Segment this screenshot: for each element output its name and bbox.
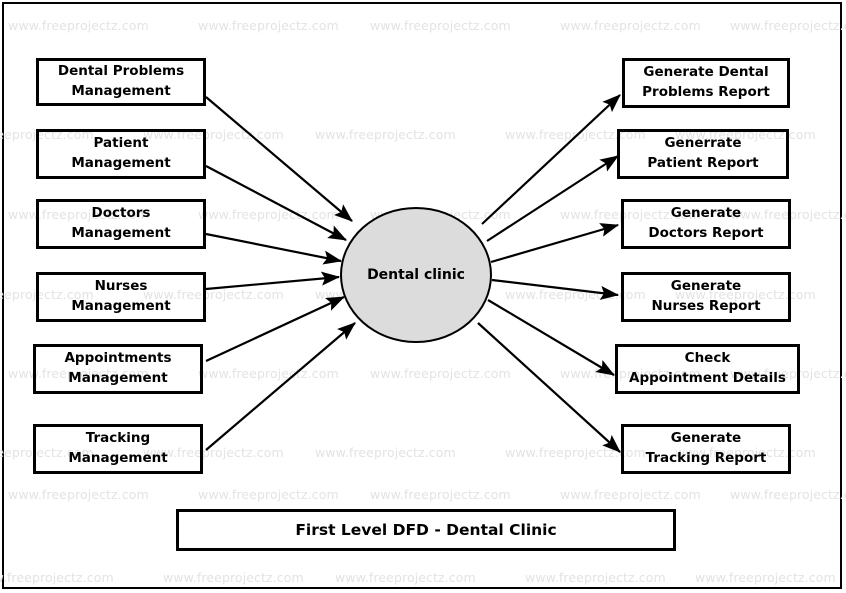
process-dental-clinic[interactable]: Dental clinic xyxy=(340,207,492,343)
diagram-title: First Level DFD - Dental Clinic xyxy=(295,521,557,539)
entity-label-line1: Doctors xyxy=(91,205,151,222)
entity-label-line2: Appointment Details xyxy=(629,370,786,386)
entity-label-line2: Problems Report xyxy=(642,84,770,100)
entity-dental-problems-management-label: Dental Problems Management xyxy=(54,62,188,101)
entity-generate-doctors-report[interactable]: Generate Doctors Report xyxy=(621,199,791,249)
entity-doctors-management[interactable]: Doctors Management xyxy=(36,199,206,249)
entity-doctors-management-label: Doctors Management xyxy=(67,204,174,243)
entity-patient-management[interactable]: Patient Management xyxy=(36,129,206,179)
entity-appointments-management-label: Appointments Management xyxy=(60,349,175,388)
entity-label-line2: Management xyxy=(71,83,171,99)
entity-label-line1: Patient xyxy=(93,135,149,152)
entity-label-line1: Appointments xyxy=(64,350,172,367)
entity-generate-dental-problems-report-label: Generate Dental Problems Report xyxy=(638,63,774,102)
entity-label-line2: Management xyxy=(68,450,168,466)
entity-appointments-management[interactable]: Appointments Management xyxy=(33,344,203,394)
dfd-shapes: Dental Problems Management Patient Manag… xyxy=(0,0,846,593)
process-dental-clinic-label: Dental clinic xyxy=(367,267,465,283)
entity-generate-nurses-report[interactable]: Generate Nurses Report xyxy=(621,272,791,322)
entity-label-line1: Generate xyxy=(670,430,742,447)
entity-tracking-management-label: Tracking Management xyxy=(64,429,171,468)
entity-label-line2: Nurses Report xyxy=(651,298,761,314)
entity-label-line1: Generate xyxy=(670,278,742,295)
entity-label-line1: Tracking xyxy=(85,430,151,447)
entity-label-line1: Check xyxy=(684,350,731,367)
entity-tracking-management[interactable]: Tracking Management xyxy=(33,424,203,474)
entity-generate-nurses-report-label: Generate Nurses Report xyxy=(647,277,764,316)
entity-label-line2: Tracking Report xyxy=(645,450,767,466)
entity-generate-tracking-report[interactable]: Generate Tracking Report xyxy=(621,424,791,474)
entity-generate-dental-problems-report[interactable]: Generate Dental Problems Report xyxy=(622,58,790,108)
entity-generate-tracking-report-label: Generate Tracking Report xyxy=(642,429,771,468)
entity-label-line2: Management xyxy=(71,225,171,241)
diagram-title-box: First Level DFD - Dental Clinic xyxy=(176,509,676,551)
entity-generate-patient-report[interactable]: Generrate Patient Report xyxy=(617,129,789,179)
entity-label-line2: Patient Report xyxy=(647,155,759,171)
entity-generate-patient-report-label: Generrate Patient Report xyxy=(643,134,762,173)
entity-dental-problems-management[interactable]: Dental Problems Management xyxy=(36,58,206,106)
entity-label-line1: Generate xyxy=(670,205,742,222)
entity-label-line2: Management xyxy=(71,298,171,314)
dfd-canvas: www.freeprojectz.com www.freeprojectz.com… xyxy=(0,0,846,593)
entity-patient-management-label: Patient Management xyxy=(67,134,174,173)
entity-label-line2: Management xyxy=(68,370,168,386)
entity-label-line1: Dental Problems xyxy=(57,63,185,80)
entity-label-line1: Nurses xyxy=(94,278,148,295)
entity-label-line1: Generrate xyxy=(664,135,742,152)
entity-label-line2: Management xyxy=(71,155,171,171)
entity-check-appointment-details[interactable]: Check Appointment Details xyxy=(615,344,800,394)
entity-generate-doctors-report-label: Generate Doctors Report xyxy=(644,204,767,243)
entity-nurses-management[interactable]: Nurses Management xyxy=(36,272,206,322)
entity-nurses-management-label: Nurses Management xyxy=(67,277,174,316)
entity-label-line2: Doctors Report xyxy=(648,225,764,241)
entity-label-line1: Generate Dental xyxy=(643,64,769,81)
entity-check-appointment-details-label: Check Appointment Details xyxy=(625,349,790,388)
